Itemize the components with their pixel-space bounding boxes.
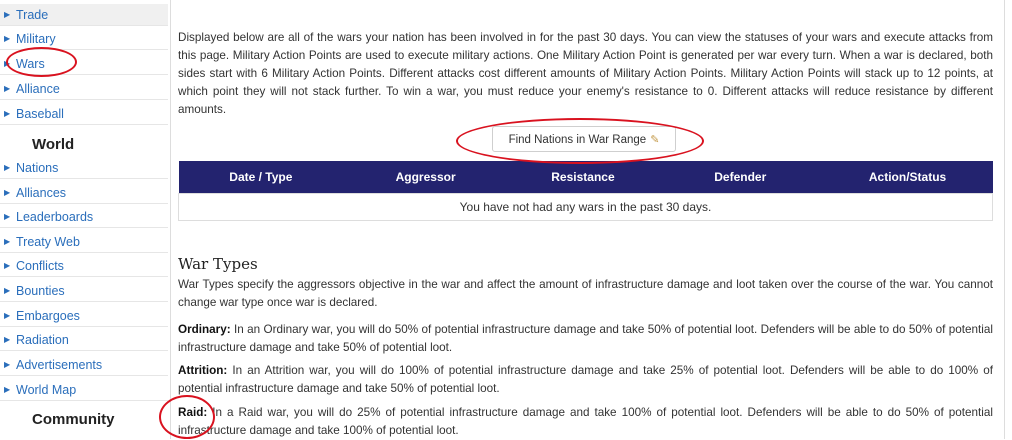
column-header-date-type: Date / Type	[178, 161, 344, 194]
find-nations-button-label: Find Nations in War Range	[508, 134, 647, 146]
war-type-ordinary-text: In an Ordinary war, you will do 50% of p…	[178, 323, 993, 354]
triangle-right-icon: ▶	[4, 385, 11, 394]
war-types-heading: War Types	[178, 255, 258, 273]
column-header-resistance: Resistance	[508, 161, 658, 194]
sidebar-item-label: Nations	[16, 161, 59, 175]
triangle-right-icon: ▶	[4, 163, 11, 172]
sidebar-item-alliances[interactable]: ▶ Alliances	[0, 182, 168, 204]
find-nations-in-war-range-button[interactable]: Find Nations in War Range ✎	[492, 126, 676, 152]
sidebar-item-label: Wars	[16, 57, 45, 71]
sidebar-item-label: Alliance	[16, 82, 60, 96]
triangle-right-icon: ▶	[4, 59, 11, 68]
sidebar-item-wars[interactable]: ▶ Wars	[0, 53, 168, 75]
triangle-right-icon: ▶	[4, 286, 11, 295]
community-section-title: Community	[32, 411, 115, 428]
triangle-right-icon: ▶	[4, 84, 11, 93]
sidebar-item-advertisements[interactable]: ▶ Advertisements	[0, 354, 168, 376]
table-header-row: Date / Type Aggressor Resistance Defende…	[178, 161, 993, 194]
sidebar-item-leaderboards[interactable]: ▶ Leaderboards	[0, 206, 168, 228]
wars-table: Date / Type Aggressor Resistance Defende…	[178, 161, 993, 221]
sidebar-item-label: Bounties	[16, 284, 65, 298]
sidebar-item-label: Conflicts	[16, 259, 64, 273]
triangle-right-icon: ▶	[4, 237, 11, 246]
column-header-action-status: Action/Status	[822, 161, 993, 194]
sidebar-item-radiation[interactable]: ▶ Radiation	[0, 329, 168, 351]
triangle-right-icon: ▶	[4, 311, 11, 320]
sidebar-divider	[170, 0, 171, 439]
sidebar-item-label: Baseball	[16, 107, 64, 121]
triangle-right-icon: ▶	[4, 360, 11, 369]
sidebar-item-label: Leaderboards	[16, 210, 94, 224]
sidebar-item-nations[interactable]: ▶ Nations	[0, 157, 168, 179]
sidebar-item-label: Military	[16, 32, 56, 46]
sidebar-item-label: Alliances	[16, 186, 67, 200]
world-section-title: World	[32, 136, 75, 153]
sidebar-item-label: Radiation	[16, 333, 69, 347]
war-type-attrition: Attrition: In an Attrition war, you will…	[178, 362, 993, 398]
pencil-icon: ✎	[650, 134, 660, 146]
war-type-ordinary: Ordinary: In an Ordinary war, you will d…	[178, 321, 993, 357]
war-type-attrition-label: Attrition:	[178, 364, 228, 377]
triangle-right-icon: ▶	[4, 212, 11, 221]
sidebar-item-baseball[interactable]: ▶ Baseball	[0, 103, 168, 125]
war-types-intro: War Types specify the aggressors objecti…	[178, 278, 993, 309]
content-right-border	[1004, 0, 1005, 439]
triangle-right-icon: ▶	[4, 109, 11, 118]
table-row: You have not had any wars in the past 30…	[178, 193, 993, 221]
column-header-defender: Defender	[657, 161, 823, 194]
war-type-raid-text: In a Raid war, you will do 25% of potent…	[178, 406, 993, 437]
sidebar-item-bounties[interactable]: ▶ Bounties	[0, 280, 168, 302]
column-header-aggressor: Aggressor	[343, 161, 509, 194]
sidebar-item-alliance[interactable]: ▶ Alliance	[0, 78, 168, 100]
sidebar-item-label: Advertisements	[16, 358, 103, 372]
triangle-right-icon: ▶	[4, 261, 11, 270]
war-type-raid-label: Raid:	[178, 406, 208, 419]
sidebar: ▶ Trade ▶ Military ▶ Wars ▶ Alliance ▶ Baseba…	[0, 0, 168, 439]
war-type-ordinary-label: Ordinary:	[178, 323, 231, 336]
empty-wars-message: You have not had any wars in the past 30…	[178, 193, 993, 221]
sidebar-item-treaty-web[interactable]: ▶ Treaty Web	[0, 231, 168, 253]
triangle-right-icon: ▶	[4, 335, 11, 344]
wars-intro-text: Displayed below are all of the wars your…	[178, 31, 993, 116]
sidebar-item-label: Embargoes	[16, 309, 80, 323]
triangle-right-icon: ▶	[4, 34, 11, 43]
triangle-right-icon: ▶	[4, 10, 11, 19]
sidebar-item-label: Treaty Web	[16, 235, 80, 249]
sidebar-item-label: World Map	[16, 383, 77, 397]
sidebar-item-trade[interactable]: ▶ Trade	[0, 4, 168, 26]
war-type-raid: Raid: In a Raid war, you will do 25% of …	[178, 404, 993, 440]
triangle-right-icon: ▶	[4, 188, 11, 197]
sidebar-item-embargoes[interactable]: ▶ Embargoes	[0, 305, 168, 327]
sidebar-item-conflicts[interactable]: ▶ Conflicts	[0, 255, 168, 277]
war-type-attrition-text: In an Attrition war, you will do 100% of…	[178, 364, 993, 395]
sidebar-item-label: Trade	[16, 8, 49, 22]
sidebar-item-world-map[interactable]: ▶ World Map	[0, 379, 168, 401]
sidebar-item-military[interactable]: ▶ Military	[0, 28, 168, 50]
